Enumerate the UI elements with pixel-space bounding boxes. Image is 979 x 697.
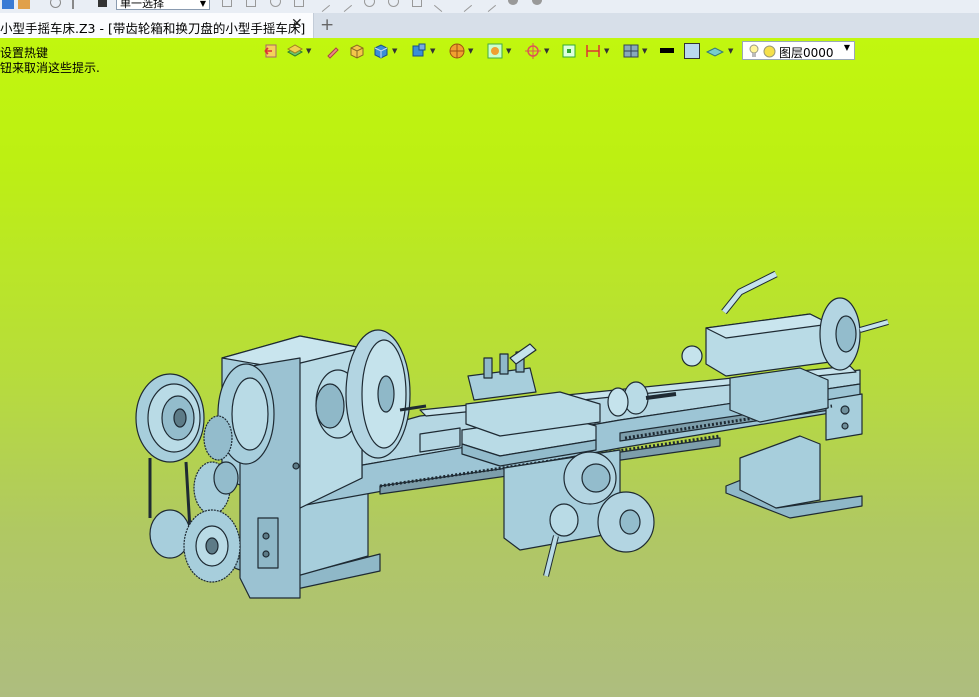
- vertex-alt-icon[interactable]: [433, 0, 449, 13]
- right-foot[interactable]: [725, 435, 863, 519]
- circle-icon[interactable]: [364, 0, 375, 7]
- pick-icon[interactable]: [50, 0, 61, 8]
- app-icon[interactable]: [2, 0, 14, 9]
- open-icon[interactable]: [18, 0, 30, 9]
- 3d-viewport[interactable]: 设置热键 钮来取消这些提示. ▼ ▼ ▼ ▼ ▼ ▼ ▼ ▼ ▼ 图层0000 …: [0, 38, 979, 697]
- line-icon[interactable]: [315, 0, 331, 13]
- gear-icon[interactable]: [508, 0, 518, 5]
- arrow-icon[interactable]: [337, 0, 353, 13]
- line-alt-icon[interactable]: [457, 0, 473, 13]
- chevron-down-icon: ▼: [199, 0, 206, 8]
- rotate-icon[interactable]: [270, 0, 281, 7]
- document-tab-title: 小型手摇车床.Z3 - [带齿轮箱和换刀盘的小型手摇车床]: [0, 21, 306, 36]
- tab-bar: 小型手摇车床.Z3 - [带齿轮箱和换刀盘的小型手摇车床] ✕ +: [0, 13, 979, 38]
- slash-icon[interactable]: [481, 0, 497, 13]
- redo-icon[interactable]: [388, 0, 399, 7]
- cursor-alt-icon[interactable]: [246, 0, 256, 7]
- document-tab[interactable]: 小型手摇车床.Z3 - [带齿轮箱和换刀盘的小型手摇车床] ✕: [0, 13, 314, 38]
- vertex-icon[interactable]: [412, 0, 422, 7]
- lathe-model[interactable]: [0, 38, 979, 697]
- select-mode-icon[interactable]: [98, 0, 107, 7]
- add-tab-button[interactable]: +: [320, 15, 334, 35]
- node-icon[interactable]: [294, 0, 304, 7]
- gear-alt-icon[interactable]: [532, 0, 542, 5]
- filter-icon[interactable]: [72, 0, 76, 9]
- tool-post[interactable]: [465, 343, 601, 437]
- cursor-icon[interactable]: [222, 0, 232, 7]
- close-icon[interactable]: ✕: [291, 16, 303, 32]
- quick-access-toolbar: 单一选择 ▼: [0, 0, 979, 13]
- select-mode-label: 单一选择: [120, 0, 164, 10]
- select-mode-dropdown[interactable]: 单一选择 ▼: [116, 0, 210, 10]
